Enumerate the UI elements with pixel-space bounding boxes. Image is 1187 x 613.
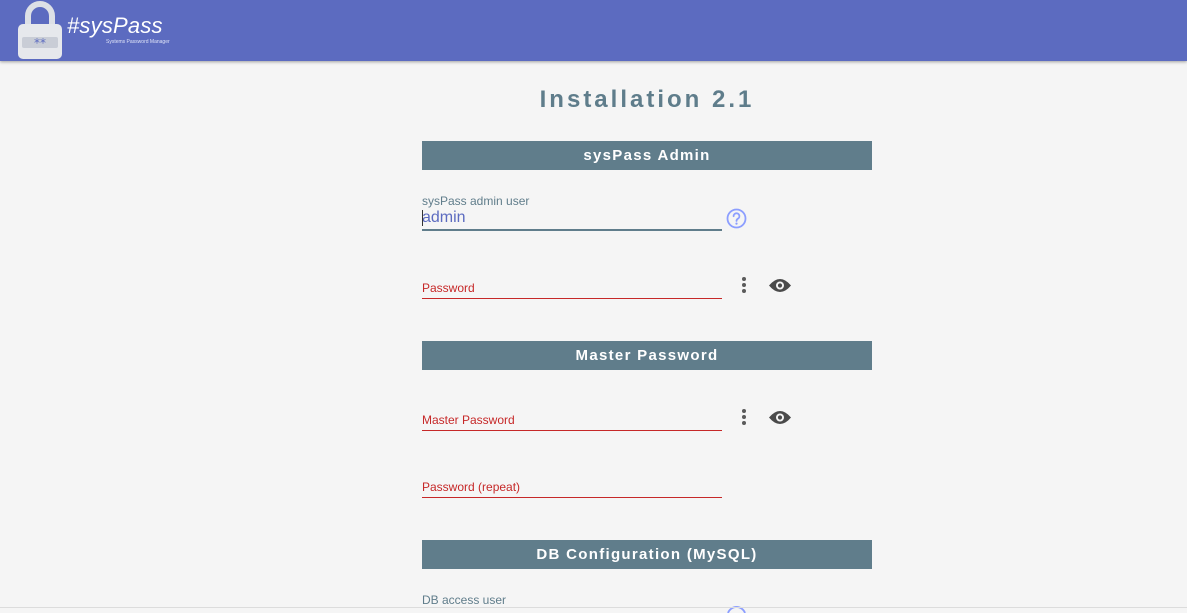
admin-password-input[interactable]: Password <box>422 276 722 299</box>
syspass-logo[interactable]: ** #sysPass Systems Password Manager <box>16 0 176 60</box>
master-password-label: Master Password <box>422 413 515 427</box>
svg-text:**: ** <box>34 36 46 50</box>
app-header: ** #sysPass Systems Password Manager <box>0 0 1187 61</box>
logo-text: #sysPass <box>67 13 163 38</box>
eye-icon[interactable] <box>768 278 792 293</box>
more-vertical-icon[interactable] <box>740 408 748 426</box>
admin-user-label: sysPass admin user <box>422 194 530 208</box>
help-circle-icon[interactable] <box>726 208 747 229</box>
master-password-input[interactable]: Master Password <box>422 408 722 431</box>
section-header-admin: sysPass Admin <box>422 141 872 170</box>
page-title: Installation 2.1 <box>539 86 755 113</box>
admin-user-input[interactable]: admin <box>422 207 722 231</box>
logo-subtitle: Systems Password Manager <box>106 39 170 45</box>
admin-user-value: admin <box>422 209 466 226</box>
page-bottom-divider <box>0 607 1187 608</box>
eye-icon[interactable] <box>768 410 792 425</box>
admin-password-label: Password <box>422 281 475 295</box>
master-password-repeat-input[interactable]: Password (repeat) <box>422 475 722 498</box>
master-password-repeat-label: Password (repeat) <box>422 480 521 494</box>
more-vertical-icon[interactable] <box>740 276 748 294</box>
padlock-logo-icon: ** <box>18 1 62 59</box>
text-caret <box>422 210 423 226</box>
section-header-db: DB Configuration (MySQL) <box>422 540 872 569</box>
section-header-master: Master Password <box>422 341 872 370</box>
db-user-label: DB access user <box>422 593 507 607</box>
